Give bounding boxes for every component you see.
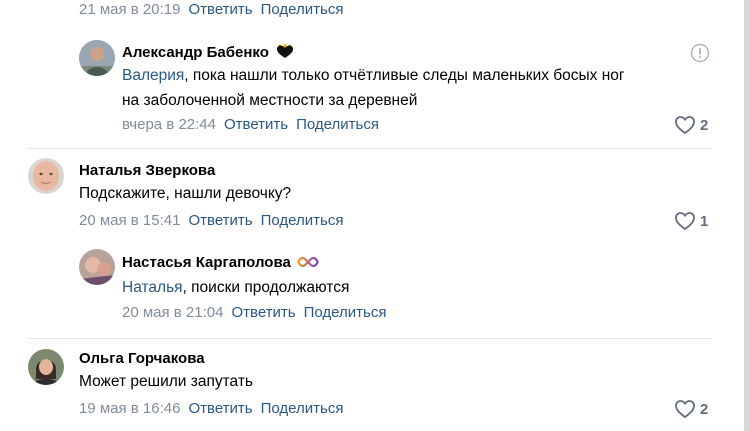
share-button[interactable]: Поделиться [296, 116, 379, 133]
author-name[interactable]: Настасья Каргаполова [122, 254, 291, 271]
infinity-badge-icon [297, 255, 319, 272]
like-count: 2 [700, 400, 709, 418]
share-button[interactable]: Поделиться [304, 304, 387, 321]
like-button[interactable]: 2 [674, 397, 708, 421]
comment-meta: 20 мая в 21:04 Ответить Поделиться [122, 303, 386, 323]
comment-date: 21 мая в 20:19 [79, 1, 181, 18]
comment-author[interactable]: Александр Бабенко [122, 43, 295, 63]
like-button[interactable]: 2 [674, 113, 708, 137]
comment-date[interactable]: вчера в 22:44 [122, 116, 216, 133]
like-count: 2 [700, 116, 709, 134]
avatar[interactable] [79, 40, 115, 76]
comment-meta: вчера в 22:44 Ответить Поделиться [122, 115, 379, 135]
reply-button[interactable]: Ответить [231, 304, 295, 321]
comment-text-line: на заболоченной местности за деревней [122, 92, 418, 109]
share-button[interactable]: Поделиться [261, 212, 344, 229]
comment-text: Наталья, поиски продолжаются [122, 276, 349, 300]
heart-outline-icon [675, 116, 695, 135]
comment-text-line: , поиски продолжаются [182, 279, 350, 296]
heart-outline-icon [675, 400, 695, 419]
like-button[interactable]: 1 [674, 209, 708, 233]
reply-button[interactable]: Ответить [188, 1, 252, 18]
avatar[interactable] [79, 249, 115, 285]
reply-to-link[interactable]: Наталья [122, 279, 183, 296]
divider [28, 338, 712, 339]
comment-meta: 21 мая в 20:19 Ответить Поделиться [79, 0, 343, 20]
divider [28, 148, 712, 149]
comment-author[interactable]: Наталья Зверкова [79, 162, 215, 179]
comment-date[interactable]: 20 мая в 21:04 [122, 304, 223, 321]
comment-text: Подскажите, нашли девочку? [79, 185, 292, 202]
heart-badge-icon [275, 43, 295, 63]
like-count: 1 [700, 212, 709, 230]
comment-text: Может решили запутать [79, 373, 254, 390]
reply-button[interactable]: Ответить [188, 400, 252, 417]
comment-author[interactable]: Ольга Горчакова [79, 350, 205, 367]
comment-author[interactable]: Настасья Каргаполова [122, 254, 319, 272]
adjacent-panel-edge [744, 0, 750, 431]
heart-outline-icon [675, 212, 695, 231]
share-button[interactable]: Поделиться [261, 1, 344, 18]
reply-to-link[interactable]: Валерия [122, 67, 184, 84]
comment-date[interactable]: 19 мая в 16:46 [79, 400, 180, 417]
comment-meta: 20 мая в 15:41 Ответить Поделиться [79, 211, 343, 231]
share-button[interactable]: Поделиться [261, 400, 344, 417]
avatar[interactable] [28, 349, 64, 385]
comment-text: Валерия, пока нашли только отчётливые сл… [122, 64, 625, 88]
report-icon[interactable] [690, 43, 710, 63]
comment-text-line: , пока нашли только отчётливые следы мал… [184, 67, 625, 84]
comment-meta: 19 мая в 16:46 Ответить Поделиться [79, 399, 343, 419]
avatar[interactable] [28, 158, 64, 194]
reply-button[interactable]: Ответить [224, 116, 288, 133]
comment-date[interactable]: 20 мая в 15:41 [79, 212, 180, 229]
reply-button[interactable]: Ответить [188, 212, 252, 229]
author-name[interactable]: Александр Бабенко [122, 44, 269, 61]
